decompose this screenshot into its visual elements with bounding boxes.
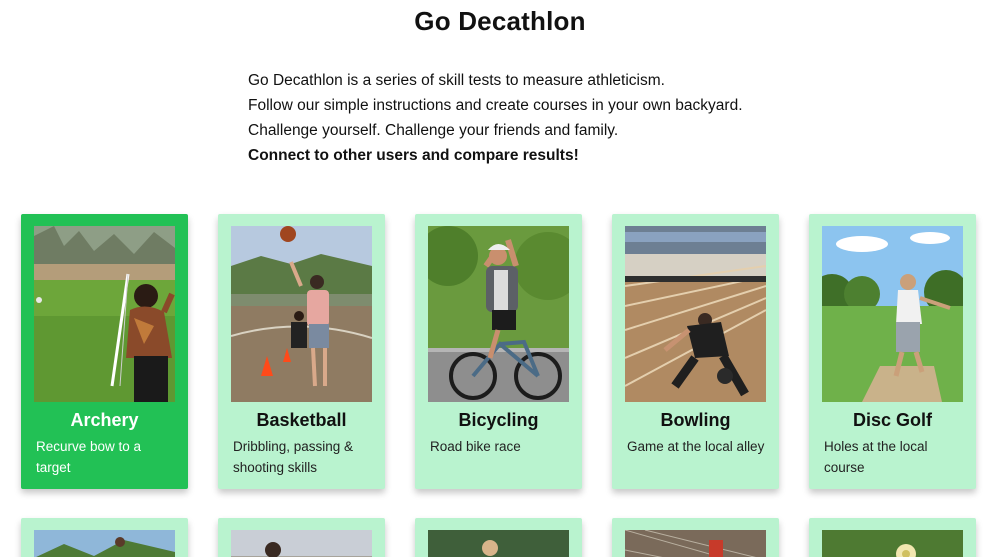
sport-photo (428, 530, 569, 557)
sport-card-bowling[interactable]: Bowling Game at the local alley (612, 214, 779, 489)
sport-card-description: Game at the local alley (627, 439, 765, 454)
sport-card-title: Basketball (256, 410, 347, 430)
sport-card-row2-1[interactable] (21, 518, 188, 557)
basketball-photo (231, 226, 372, 402)
sport-card-row2-4[interactable] (612, 518, 779, 557)
sport-card-title: Archery (70, 410, 139, 430)
sport-card-description: Dribbling, passing & shooting skills (233, 439, 354, 475)
sport-card-title: Disc Golf (852, 410, 932, 430)
sport-card-row2-3[interactable] (415, 518, 582, 557)
sport-photo (822, 530, 963, 557)
sport-card-disc-golf[interactable]: Disc Golf Holes at the local course (809, 214, 976, 489)
archery-photo (34, 226, 175, 402)
sport-card-row2-5[interactable] (809, 518, 976, 557)
sport-card-description: Recurve bow to a target (36, 439, 142, 475)
bowling-photo (625, 226, 766, 402)
sport-photo (625, 530, 766, 557)
sport-card-row2-2[interactable] (218, 518, 385, 557)
sport-photo (34, 530, 175, 557)
sport-card-title: Bowling (660, 410, 731, 430)
sport-card-description: Holes at the local course (824, 439, 928, 475)
page: Go Decathlon Go Decathlon is a series of… (0, 0, 1000, 557)
disc-golf-photo (822, 226, 963, 402)
sport-card-description: Road bike race (430, 439, 521, 454)
sport-card-archery[interactable]: Archery Recurve bow to a target (21, 214, 188, 489)
sport-cards-grid: Archery Recurve bow to a target Basketba… (0, 0, 1000, 557)
sport-card-title: Bicycling (458, 410, 539, 430)
sport-card-basketball[interactable]: Basketball Dribbling, passing & shooting… (218, 214, 385, 489)
bicycling-photo (428, 226, 569, 402)
sport-photo (231, 530, 372, 557)
sport-card-bicycling[interactable]: Bicycling Road bike race (415, 214, 582, 489)
